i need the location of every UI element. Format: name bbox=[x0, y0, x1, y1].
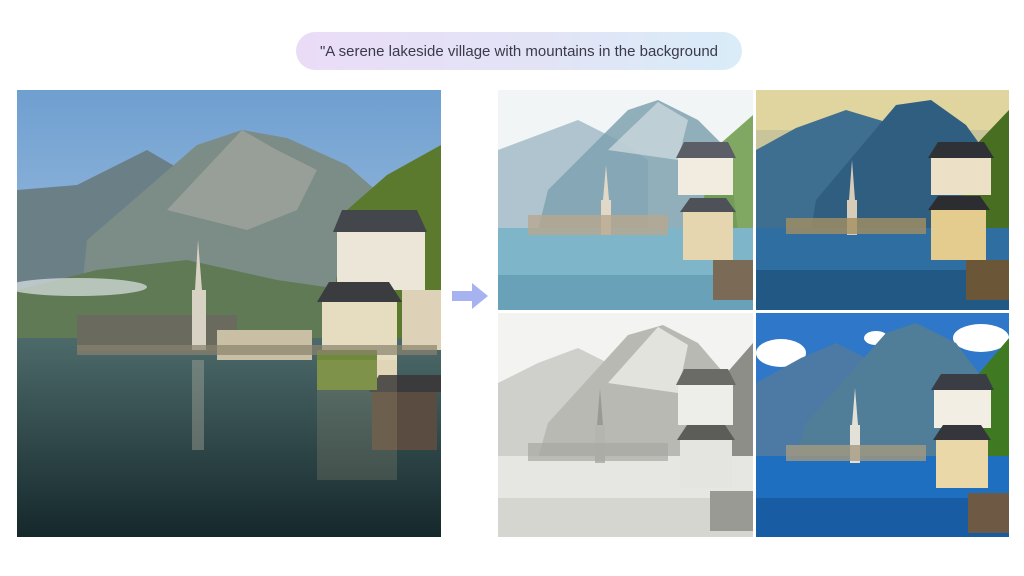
source-image bbox=[17, 90, 441, 537]
prompt-text: "A serene lakeside village with mountain… bbox=[319, 42, 719, 60]
photo-village-illustration bbox=[756, 313, 1009, 537]
arrow-right-icon bbox=[452, 283, 488, 309]
prompt-pill: "A serene lakeside village with mountain… bbox=[296, 32, 742, 70]
sketch-village-illustration bbox=[498, 313, 753, 537]
watercolor-style-image bbox=[498, 90, 753, 310]
source-village-illustration bbox=[17, 90, 441, 537]
photo-style-image bbox=[756, 313, 1009, 537]
pencil-sketch-style-image bbox=[498, 313, 753, 537]
watercolor-village-illustration bbox=[498, 90, 753, 310]
oil-painting-style-image bbox=[756, 90, 1009, 310]
oil-village-illustration bbox=[756, 90, 1009, 310]
